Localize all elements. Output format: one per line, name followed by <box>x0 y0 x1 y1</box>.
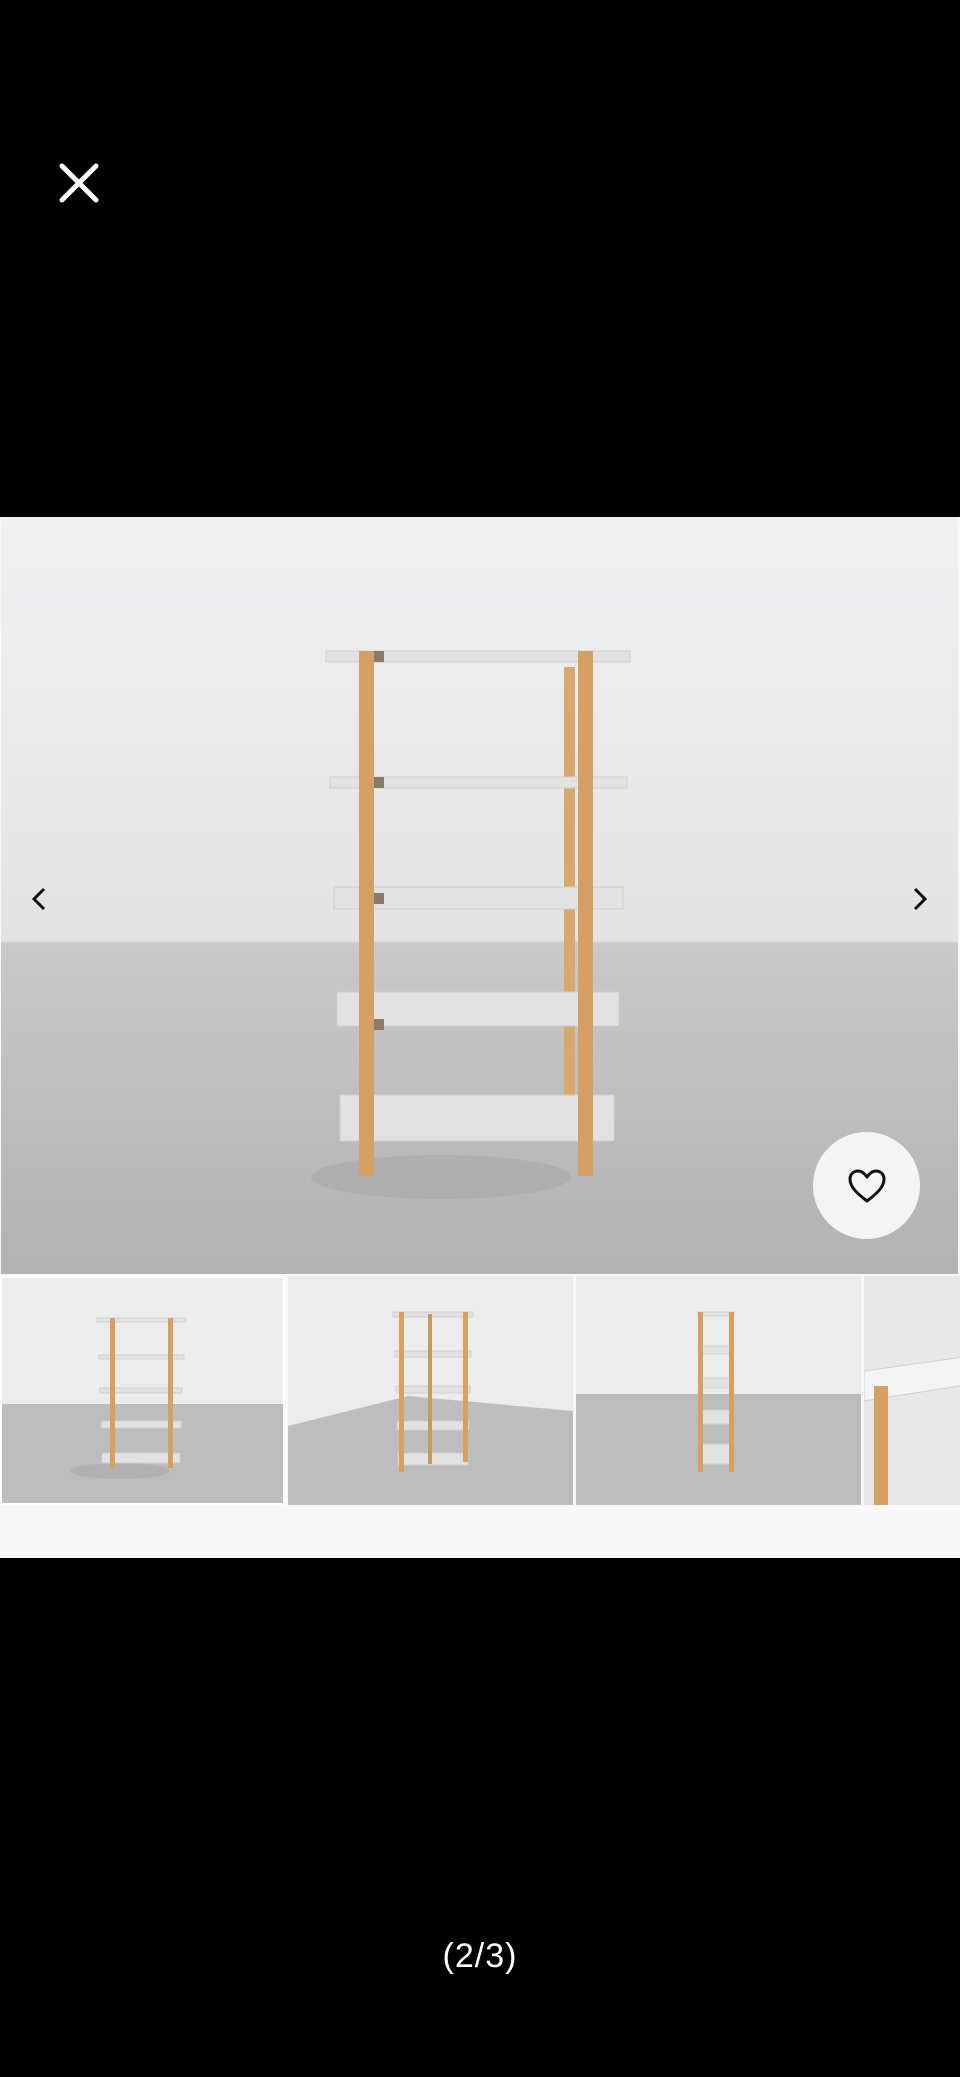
chevron-left-icon <box>31 887 46 911</box>
image-counter: (2/3) <box>442 1937 518 1975</box>
next-image-button[interactable] <box>900 869 940 929</box>
previous-image-button[interactable] <box>19 869 59 929</box>
heart-outline-icon <box>848 1169 885 1202</box>
product-image[interactable] <box>1 517 958 1274</box>
chevron-right-icon <box>913 887 928 911</box>
thumbnail-detail-view[interactable] <box>864 1276 960 1505</box>
thumbnail-angled-view[interactable] <box>288 1276 573 1505</box>
thumbnail-strip <box>0 1276 960 1505</box>
image-viewer <box>0 517 960 1558</box>
close-button[interactable] <box>56 160 102 206</box>
thumbnail-side-view[interactable] <box>576 1276 861 1505</box>
close-icon <box>59 163 99 203</box>
favorite-button[interactable] <box>813 1132 920 1239</box>
thumbnail-front-view[interactable] <box>0 1276 285 1505</box>
